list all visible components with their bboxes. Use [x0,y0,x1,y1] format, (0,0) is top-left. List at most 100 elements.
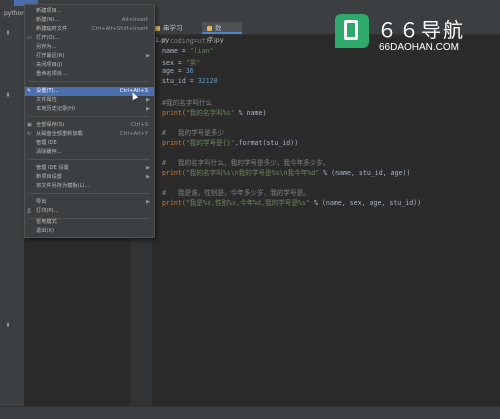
menu-item-open[interactable]: ▭ 打开(O)... [25,34,154,43]
structure-tool-tab[interactable]: ▮ [2,92,11,98]
menu-item-label: 从磁盘全部重新加载 [36,131,83,137]
menu-item-save-as[interactable]: 另存为... [25,43,154,52]
submenu-arrow-icon: ▶ [146,174,150,180]
code-token: "我的名字叫%s\n我的学号是%s\n我今年%d" [185,169,320,177]
menu-item-new-project-settings[interactable]: 新项目设置 ▶ [25,173,154,182]
menu-item-label: 设置(T)... [36,88,59,94]
menu-item-shortcut: Ctrl+Alt+Y [119,131,148,137]
favorites-tool-tab[interactable]: ▮ [2,322,11,328]
code-line: stu_id = 32120 [162,77,218,85]
tab-file-2[interactable]: 数字.py [202,22,242,44]
submenu-arrow-icon: ▶ [146,165,150,171]
menu-item-label: 打印(P)... [36,208,59,214]
menu-item-exit[interactable]: 退出(X) [25,227,154,236]
menu-item-export[interactable]: 导出 ▶ [25,198,154,207]
code-line: # 我的名字叫什么，我的学号是多少，我今年多少岁。 [162,159,330,167]
menu-item-label: 管理 IDE [36,140,57,146]
menu-item-label: 另存为... [36,44,57,50]
code-line: #我的名字叫什么 [162,99,213,107]
code-token: print( [162,199,186,207]
menu-item-reload-all[interactable]: ↻ 从磁盘全部重新加载 Ctrl+Alt+Y [25,130,154,139]
reload-icon: ↻ [27,131,32,137]
code-token: print( [162,109,186,117]
code-line: print("我的名字叫%s" % name) [162,107,266,117]
code-line: sex = "男" [162,57,200,67]
code-token: print( [162,139,186,147]
code-line: # 我是谁，性别是，今年多少岁，我的学号是。 [162,189,310,197]
menu-item-shortcut: Ctrl+Alt+Shift+Insert [92,26,148,32]
menu-item-label: 清除缓存... [36,149,62,155]
menu-item-close-project[interactable]: 关闭项目(J) [25,61,154,70]
menu-separator [29,159,150,160]
watermark-subtitle: 66DAOHAN.COM [379,42,460,53]
tab-file-1[interactable]: 串学习1.py [150,22,200,44]
submenu-arrow-icon: ▶ [146,106,150,112]
code-token: 32120 [197,77,218,85]
code-line: print("我是%s,性别%s,今年%d,我的学号是%s" % (name, … [162,197,421,207]
code-token: "我的学号是{}" [185,139,235,147]
menu-item-label: 将文件另存为模板(L)... [36,183,90,189]
menu-separator [29,116,150,117]
file-menu-dropdown: 新建项目... 新建(N)... Alt+Insert 新建临时文件 Ctrl+Al… [24,4,155,238]
menu-item-save-all[interactable]: ▣ 全部保存(S) Ctrl+S [25,121,154,130]
code-token: print( [162,169,186,177]
code-token: "我的名字叫%s" [185,109,235,117]
code-token: age = [162,67,186,75]
code-token: % name) [234,109,267,117]
left-tool-strip: ▮ ▮ ▮ [0,22,15,418]
menu-item-label: 退出(X) [36,228,54,234]
code-token: "男" [185,59,201,67]
menu-item-label: 文件属性 [36,97,57,103]
code-line: age = 36 [162,67,194,75]
project-tool-tab[interactable]: ▮ [2,30,11,36]
menu-item-label: 关闭项目(J) [36,62,63,68]
save-icon: ▣ [27,122,32,128]
menu-item-manage-ide-settings[interactable]: 管理 IDE 设置 ▶ [25,164,154,173]
code-editor[interactable]: # coding=utf-8 name = "lian" sex = "男" a… [162,35,500,418]
wrench-icon: ✎ [27,88,32,94]
site-logo-icon [335,14,369,48]
project-label: python [4,10,25,17]
menu-item-open-recent[interactable]: 打开最近(R) ▶ [25,52,154,61]
menu-item-new-scratch[interactable]: 新建临时文件 Ctrl+Alt+Shift+Insert [25,25,154,34]
menu-item-label: 新建临时文件 [36,26,68,32]
watermark-title: ６６导航 [377,18,465,42]
menu-item-label: 打开最近(R) [36,53,65,59]
menu-item-label: 重命名项目... [36,71,67,77]
menu-item-power-save[interactable]: 省电模式 [25,218,154,227]
menu-item-new[interactable]: 新建(N)... Alt+Insert [25,16,154,25]
menu-item-label: 新项目设置 [36,174,62,180]
submenu-arrow-icon: ▶ [146,199,150,205]
menu-item-local-history[interactable]: 本地历史记录(H) ▶ [25,105,154,114]
code-line: name = "lian" [162,47,214,55]
menu-item-label: 新建项目... [36,8,62,14]
menu-item-save-as-template[interactable]: 将文件另存为模板(L)... [25,182,154,191]
menu-item-label: 全部保存(S) [36,122,65,128]
code-token: sex = [162,59,186,67]
python-file-icon [155,25,160,31]
code-line: # coding=utf-8 [162,37,218,45]
menu-item-manage-ide[interactable]: 管理 IDE [25,139,154,148]
menu-separator [29,193,150,194]
code-token: % (name, sex, age, stu_id)) [309,199,422,207]
menu-item-print[interactable]: ⎙ 打印(P)... [25,207,154,216]
code-token: "lian" [189,47,214,55]
menu-item-shortcut: Alt+Insert [121,17,148,23]
menu-item-invalidate-caches[interactable]: 清除缓存... [25,148,154,157]
code-line: print("我的名字叫%s\n我的学号是%s\n我今年%d" % (name,… [162,167,411,177]
menu-item-label: 新建(N)... [36,17,60,23]
menu-separator [29,81,150,82]
code-line: # 我的学号是多少 [162,129,225,137]
menu-item-label: 管理 IDE 设置 [36,165,69,171]
code-token: 36 [185,67,194,75]
menu-item-new-project[interactable]: 新建项目... [25,7,154,16]
menu-item-rename-project[interactable]: 重命名项目... [25,70,154,79]
submenu-arrow-icon: ▶ [146,53,150,59]
menu-item-label: 导出 [36,199,47,205]
python-file-icon [207,25,212,31]
submenu-arrow-icon: ▶ [146,97,150,103]
code-token: "我是%s,性别%s,今年%d,我的学号是%s" [185,199,310,207]
code-token: name = [162,47,190,55]
project-panel [14,22,24,418]
code-token: % (name, stu_id, age)) [319,169,411,177]
